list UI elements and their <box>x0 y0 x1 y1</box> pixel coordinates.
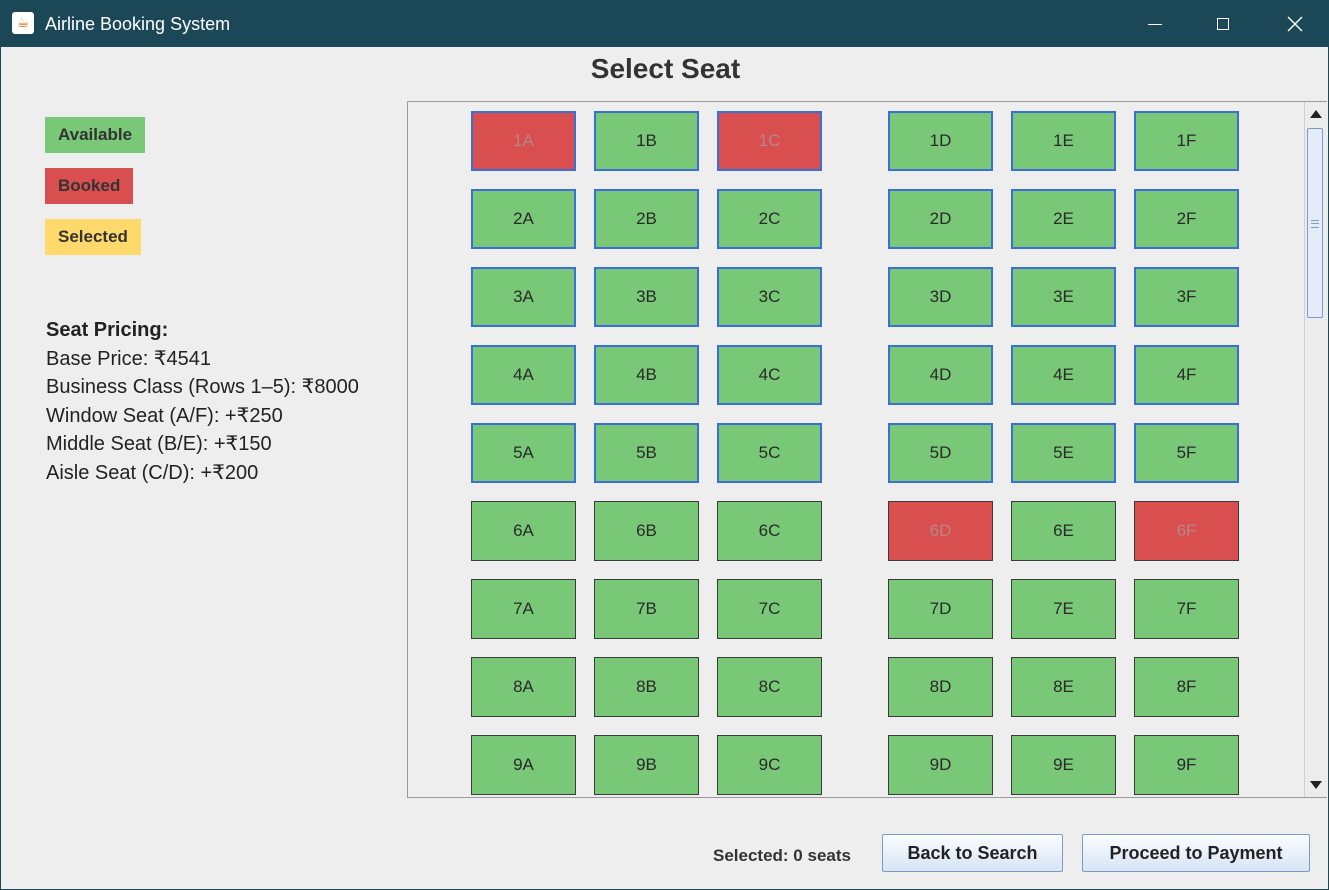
close-button[interactable] <box>1263 1 1327 47</box>
legend-booked: Booked <box>45 168 134 204</box>
seat-9e[interactable]: 9E <box>1011 735 1116 795</box>
seat-4c[interactable]: 4C <box>717 345 822 405</box>
seat-1c[interactable]: 1C <box>717 111 822 171</box>
seat-4a[interactable]: 4A <box>471 345 576 405</box>
seat-7e[interactable]: 7E <box>1011 579 1116 639</box>
seat-9c[interactable]: 9C <box>717 735 822 795</box>
seat-7f[interactable]: 7F <box>1134 579 1239 639</box>
seat-8a[interactable]: 8A <box>471 657 576 717</box>
seat-6c[interactable]: 6C <box>717 501 822 561</box>
seat-9b[interactable]: 9B <box>594 735 699 795</box>
scrollbar-thumb[interactable] <box>1307 128 1323 318</box>
selection-status: Selected: 0 seats <box>713 846 851 865</box>
seat-8d[interactable]: 8D <box>888 657 993 717</box>
seat-6a[interactable]: 6A <box>471 501 576 561</box>
seat-3a[interactable]: 3A <box>471 267 576 327</box>
seat-3f[interactable]: 3F <box>1134 267 1239 327</box>
seat-9f[interactable]: 9F <box>1134 735 1239 795</box>
pricing-window: Window Seat (A/F): +₹250 <box>46 404 283 427</box>
scroll-down-icon[interactable] <box>1310 781 1322 789</box>
seat-3d[interactable]: 3D <box>888 267 993 327</box>
seat-8b[interactable]: 8B <box>594 657 699 717</box>
seat-2f[interactable]: 2F <box>1134 189 1239 249</box>
seat-7b[interactable]: 7B <box>594 579 699 639</box>
seat-8f[interactable]: 8F <box>1134 657 1239 717</box>
legend-selected: Selected <box>45 219 141 255</box>
seat-5d[interactable]: 5D <box>888 423 993 483</box>
maximize-button[interactable] <box>1191 1 1255 47</box>
seat-1e[interactable]: 1E <box>1011 111 1116 171</box>
seat-7c[interactable]: 7C <box>717 579 822 639</box>
java-coffee-icon: ☕ <box>12 12 34 34</box>
seat-2a[interactable]: 2A <box>471 189 576 249</box>
title-bar: ☕ Airline Booking System <box>1 1 1328 47</box>
seat-3e[interactable]: 3E <box>1011 267 1116 327</box>
seat-4f[interactable]: 4F <box>1134 345 1239 405</box>
seat-5f[interactable]: 5F <box>1134 423 1239 483</box>
seat-9a[interactable]: 9A <box>471 735 576 795</box>
seat-1a[interactable]: 1A <box>471 111 576 171</box>
seat-8e[interactable]: 8E <box>1011 657 1116 717</box>
pricing-base: Base Price: ₹4541 <box>46 347 212 370</box>
grip-icon <box>1311 220 1319 228</box>
minimize-button[interactable] <box>1123 1 1187 47</box>
seat-3b[interactable]: 3B <box>594 267 699 327</box>
pricing-aisle: Aisle Seat (C/D): +₹200 <box>46 461 259 484</box>
seat-4b[interactable]: 4B <box>594 345 699 405</box>
seat-5b[interactable]: 5B <box>594 423 699 483</box>
seat-1d[interactable]: 1D <box>888 111 993 171</box>
seat-5a[interactable]: 5A <box>471 423 576 483</box>
pricing-heading: Seat Pricing: <box>46 319 169 341</box>
seat-2d[interactable]: 2D <box>888 189 993 249</box>
seat-map-scrollpane[interactable]: 1A 1B 1C 1D 1E 1F 2A 2B 2C 2D 2E 2F 3A 3B 3C 3D 3E 3F 4A 4B… <box>407 101 1327 798</box>
seat-5c[interactable]: 5C <box>717 423 822 483</box>
maximize-icon <box>1217 18 1229 30</box>
back-to-search-button[interactable]: Back to Search <box>882 834 1063 872</box>
seat-7a[interactable]: 7A <box>471 579 576 639</box>
seat-6f[interactable]: 6F <box>1134 501 1239 561</box>
seat-4d[interactable]: 4D <box>888 345 993 405</box>
seat-2c[interactable]: 2C <box>717 189 822 249</box>
close-icon <box>1287 16 1303 32</box>
seat-6e[interactable]: 6E <box>1011 501 1116 561</box>
seat-1f[interactable]: 1F <box>1134 111 1239 171</box>
seat-6d[interactable]: 6D <box>888 501 993 561</box>
legend-available: Available <box>45 117 146 153</box>
seat-3c[interactable]: 3C <box>717 267 822 327</box>
pricing-business: Business Class (Rows 1–5): ₹8000 <box>46 376 359 399</box>
seat-2e[interactable]: 2E <box>1011 189 1116 249</box>
seat-2b[interactable]: 2B <box>594 189 699 249</box>
vertical-scrollbar[interactable] <box>1304 102 1327 797</box>
seat-7d[interactable]: 7D <box>888 579 993 639</box>
pricing-middle: Middle Seat (B/E): +₹150 <box>46 433 272 456</box>
seat-1b[interactable]: 1B <box>594 111 699 171</box>
seat-pricing-panel: Seat Pricing: Base Price: ₹4541 Business… <box>46 316 359 488</box>
seat-4e[interactable]: 4E <box>1011 345 1116 405</box>
proceed-to-payment-button[interactable]: Proceed to Payment <box>1082 834 1310 872</box>
seat-5e[interactable]: 5E <box>1011 423 1116 483</box>
seat-6b[interactable]: 6B <box>594 501 699 561</box>
page-title: Select Seat <box>590 53 741 84</box>
seat-9d[interactable]: 9D <box>888 735 993 795</box>
minimize-icon <box>1148 23 1162 25</box>
scroll-up-icon[interactable] <box>1310 110 1322 118</box>
seat-8c[interactable]: 8C <box>717 657 822 717</box>
app-window: ☕ Airline Booking System Select Seat Ava… <box>0 0 1329 890</box>
window-title: Airline Booking System <box>45 14 231 34</box>
